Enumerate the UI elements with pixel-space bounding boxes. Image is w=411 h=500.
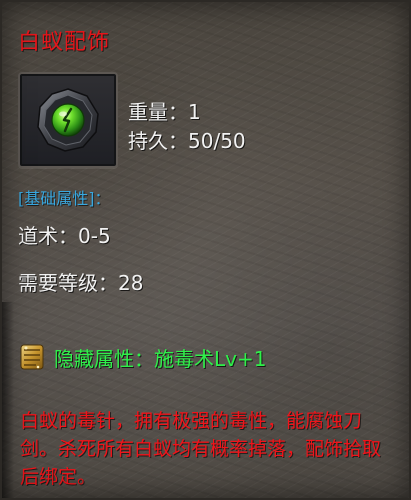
taoism-row: 道术：0-5: [18, 220, 111, 249]
gold-scroll-icon: [20, 344, 44, 370]
hidden-attribute-text: 隐藏属性：施毒术Lv+1: [54, 346, 267, 371]
taoism-label: 道术: [18, 224, 58, 248]
weight-row: 重量：1: [128, 98, 246, 127]
required-level-separator: ：: [98, 271, 118, 295]
taoism-value: 0-5: [78, 224, 111, 248]
weight-value: 1: [188, 100, 201, 124]
durability-row: 持久：50/50: [128, 127, 246, 156]
hidden-attribute-row: 隐藏属性：施毒术Lv+1: [18, 342, 266, 372]
item-name: 白蚁配饰: [18, 30, 111, 55]
panel-edge-shadow: [2, 302, 14, 498]
item-description: 白蚁的毒针，拥有极强的毒性，能腐蚀刀剑。杀死所有白蚁均有概率掉落，配饰拾取后绑定…: [20, 410, 382, 488]
required-level-label: 需要等级: [18, 271, 98, 295]
weight-separator: ：: [168, 100, 188, 124]
required-level-row: 需要等级：28: [18, 267, 143, 296]
weight-label: 重量: [128, 100, 168, 124]
durability-value: 50/50: [188, 129, 246, 153]
item-basic-stats: 重量：1 持久：50/50: [128, 98, 246, 156]
durability-label: 持久: [128, 129, 168, 153]
item-icon-slot: [18, 72, 118, 168]
base-attributes-header: [基础属性]：: [18, 189, 111, 208]
taoism-separator: ：: [58, 224, 78, 248]
durability-separator: ：: [168, 129, 188, 153]
green-poison-gem-amulet-icon: [37, 88, 99, 152]
item-tooltip-panel: 白蚁配饰 重量：1 持久：50/50 [基础属性]： 道术：0-5 需要等级：2…: [0, 0, 411, 500]
required-level-value: 28: [118, 271, 144, 295]
